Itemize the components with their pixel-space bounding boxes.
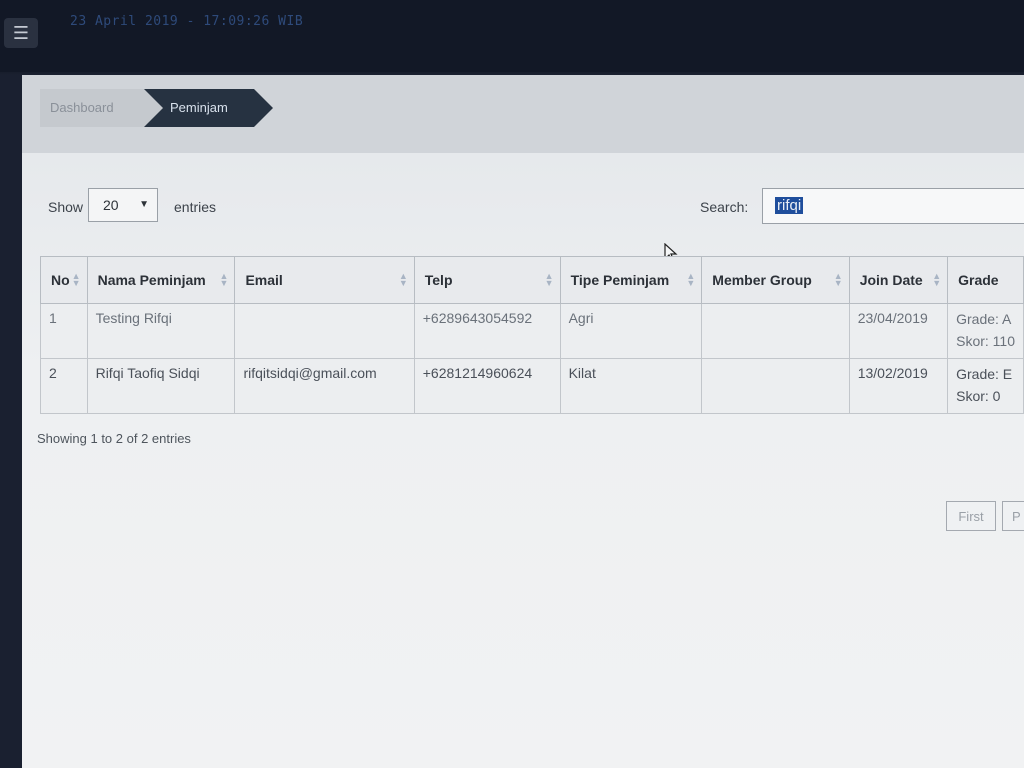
column-header-tipe[interactable]: Tipe Peminjam ▲ ▼ xyxy=(559,256,703,304)
column-label: Tipe Peminjam xyxy=(570,272,670,288)
column-label: No xyxy=(51,272,70,288)
table-header-row: No ▲ ▼ Nama Peminjam ▲ ▼ Email ▲ ▼ Telp ▲ ▼ Tipe… xyxy=(40,256,1024,304)
column-label: Join Date xyxy=(859,272,923,288)
cell-email xyxy=(234,303,415,359)
table-row[interactable]: 1 Testing Rifqi +6289643054592 Agri 23/0… xyxy=(40,303,1024,359)
breadcrumb-dashboard[interactable]: Dashboard xyxy=(40,89,160,127)
screen: ☰ 23 April 2019 - 17:09:26 WIB Dashboard… xyxy=(0,0,1024,768)
page-size-value: 20 xyxy=(103,197,119,213)
cell-no: 1 xyxy=(40,303,88,359)
chevron-down-icon: ▼ xyxy=(139,199,149,210)
main-panel: Dashboard Peminjam Show 20 ▼ entries Sea… xyxy=(22,75,1024,768)
cell-member-group xyxy=(701,303,850,359)
peminjam-table: No ▲ ▼ Nama Peminjam ▲ ▼ Email ▲ ▼ Telp ▲ ▼ Tipe… xyxy=(40,256,1024,414)
cell-grade: Grade: A Skor: 110 xyxy=(947,303,1024,359)
table-row[interactable]: 2 Rifqi Taofiq Sidqi rifqitsidqi@gmail.c… xyxy=(40,358,1024,414)
column-header-no[interactable]: No ▲ ▼ xyxy=(40,256,88,304)
entries-label: entries xyxy=(174,199,217,215)
cell-nama: Rifqi Taofiq Sidqi xyxy=(86,358,236,414)
column-label: Member Group xyxy=(712,272,812,288)
sort-icon: ▲ ▼ xyxy=(71,271,81,288)
cell-telp: +6281214960624 xyxy=(413,358,561,414)
sort-icon: ▲ ▼ xyxy=(932,271,942,288)
pagination-first-button[interactable]: First xyxy=(946,501,996,531)
cell-tipe: Agri xyxy=(559,303,703,359)
search-label: Search: xyxy=(700,199,749,215)
column-label: Email xyxy=(245,272,283,288)
column-header-join-date[interactable]: Join Date ▲ ▼ xyxy=(848,256,949,304)
column-header-nama[interactable]: Nama Peminjam ▲ ▼ xyxy=(86,256,236,304)
pagination-previous-button[interactable]: P xyxy=(1002,501,1024,531)
cell-nama: Testing Rifqi xyxy=(86,303,236,359)
breadcrumb-peminjam: Peminjam xyxy=(144,89,273,127)
search-input[interactable]: rifqi xyxy=(762,188,1024,224)
sort-icon: ▲ ▼ xyxy=(686,271,696,288)
cell-no: 2 xyxy=(40,358,88,414)
sort-icon: ▲ ▼ xyxy=(544,271,554,288)
cell-join-date: 13/02/2019 xyxy=(848,358,949,414)
score-value: Skor: 0 xyxy=(956,388,1001,404)
cell-member-group xyxy=(701,358,850,414)
sort-icon: ▲ ▼ xyxy=(833,271,843,288)
sort-icon: ▲ ▼ xyxy=(398,271,408,288)
cell-tipe: Kilat xyxy=(559,358,703,414)
column-header-email[interactable]: Email ▲ ▼ xyxy=(234,256,415,304)
grade-value: Grade: A xyxy=(956,311,1012,327)
top-bar: ☰ 23 April 2019 - 17:09:26 WIB xyxy=(0,0,1024,72)
page-size-select[interactable]: 20 ▼ xyxy=(88,188,158,222)
cell-telp: +6289643054592 xyxy=(413,303,561,359)
grade-value: Grade: E xyxy=(956,366,1013,382)
datetime-display: 23 April 2019 - 17:09:26 WIB xyxy=(70,14,304,29)
cell-email: rifqitsidqi@gmail.com xyxy=(234,358,415,414)
search-input-value: rifqi xyxy=(775,197,804,214)
column-label: Nama Peminjam xyxy=(97,272,206,288)
breadcrumb: Dashboard Peminjam xyxy=(22,75,1024,153)
show-label: Show xyxy=(48,199,84,215)
column-header-grade[interactable]: Grade xyxy=(947,256,1024,304)
column-label: Telp xyxy=(424,272,453,288)
hamburger-icon[interactable]: ☰ xyxy=(4,18,38,48)
table-info: Showing 1 to 2 of 2 entries xyxy=(37,431,191,446)
sort-icon: ▲ ▼ xyxy=(219,271,229,288)
cell-join-date: 23/04/2019 xyxy=(848,303,949,359)
score-value: Skor: 110 xyxy=(956,333,1015,349)
column-label: Grade xyxy=(958,272,999,288)
column-header-telp[interactable]: Telp ▲ ▼ xyxy=(413,256,561,304)
cell-grade: Grade: E Skor: 0 xyxy=(947,358,1024,414)
column-header-member-group[interactable]: Member Group ▲ ▼ xyxy=(701,256,850,304)
